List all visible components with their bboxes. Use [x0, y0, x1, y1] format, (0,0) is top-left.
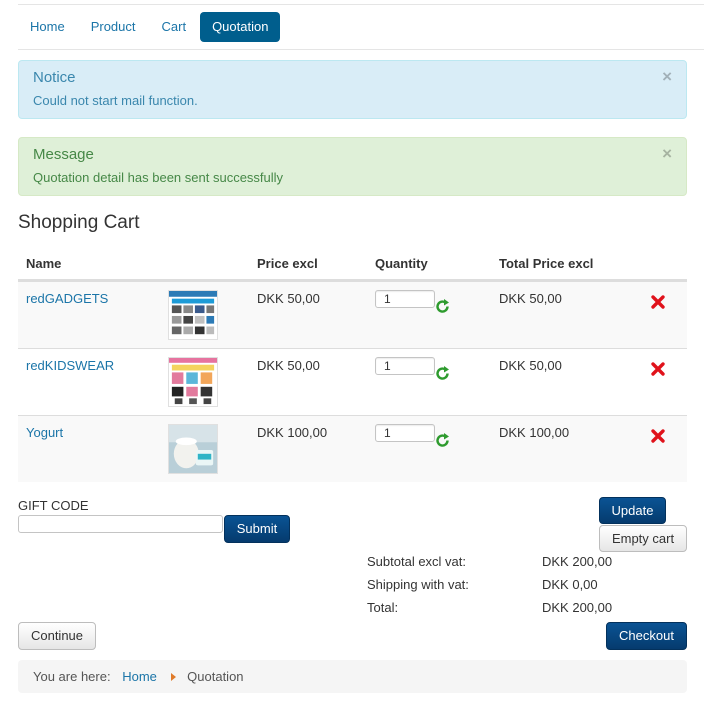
message-close-icon[interactable]: × — [662, 144, 672, 164]
delete-icon[interactable] — [650, 294, 666, 310]
product-thumbnail[interactable] — [168, 424, 218, 474]
cart-table-header: Name Price excl Quantity Total Price exc… — [18, 247, 687, 281]
table-row: redGADGETS DKK 50,00 1 DKK 50,00 — [18, 281, 687, 348]
refresh-icon[interactable] — [434, 365, 451, 382]
quantity-input[interactable]: 1 — [375, 424, 435, 442]
message-alert: Message Quotation detail has been sent s… — [18, 137, 687, 196]
gift-code-input[interactable] — [18, 515, 223, 533]
quantity-input[interactable]: 1 — [375, 290, 435, 308]
empty-cart-button[interactable]: Empty cart — [599, 525, 687, 552]
total-cell: DKK 50,00 — [499, 358, 562, 373]
product-thumbnail[interactable] — [168, 357, 218, 407]
product-link[interactable]: Yogurt — [26, 425, 63, 440]
table-row: redKIDSWEAR DKK 50,00 1 DKK 50,00 — [18, 348, 687, 415]
refresh-icon[interactable] — [434, 298, 451, 315]
notice-close-icon[interactable]: × — [662, 67, 672, 87]
column-header-name: Name — [26, 256, 62, 271]
nav-tab-cart[interactable]: Cart — [150, 12, 199, 42]
cart-table: Name Price excl Quantity Total Price exc… — [18, 247, 687, 482]
submit-button[interactable]: Submit — [224, 515, 290, 543]
gift-code-label: GIFT CODE — [18, 498, 89, 513]
notice-alert: Notice Could not start mail function. × — [18, 60, 687, 119]
total-cell: DKK 100,00 — [499, 425, 570, 440]
delete-icon[interactable] — [650, 428, 666, 444]
top-divider — [18, 4, 704, 5]
breadcrumb-prefix: You are here: — [33, 669, 111, 684]
table-row: Yogurt DKK 100,00 1 DKK 100,00 — [18, 415, 687, 482]
total-value: DKK 200,00 — [542, 600, 613, 615]
shipping-value: DKK 0,00 — [542, 577, 598, 592]
notice-title: Notice — [33, 69, 76, 86]
message-text: Quotation detail has been sent successfu… — [33, 170, 284, 185]
page-title: Shopping Cart — [18, 212, 140, 233]
column-header-total: Total Price excl — [499, 256, 594, 271]
subtotal-label: Subtotal excl vat: — [367, 554, 466, 569]
total-cell: DKK 50,00 — [499, 291, 562, 306]
refresh-icon[interactable] — [434, 432, 451, 449]
price-cell: DKK 50,00 — [257, 291, 320, 306]
update-button[interactable]: Update — [599, 497, 666, 524]
breadcrumb-home-link[interactable]: Home — [122, 669, 157, 684]
subtotal-value: DKK 200,00 — [542, 554, 613, 569]
delete-icon[interactable] — [650, 361, 666, 377]
main-nav: Home Product Cart Quotation — [18, 12, 704, 50]
price-cell: DKK 100,00 — [257, 425, 328, 440]
shipping-label: Shipping with vat: — [367, 577, 469, 592]
message-title: Message — [33, 146, 94, 163]
continue-button[interactable]: Continue — [18, 622, 96, 650]
checkout-button[interactable]: Checkout — [606, 622, 687, 650]
breadcrumb: You are here: Home Quotation — [18, 660, 687, 693]
breadcrumb-arrow-icon — [170, 673, 176, 681]
notice-text: Could not start mail function. — [33, 93, 198, 108]
price-cell: DKK 50,00 — [257, 358, 320, 373]
nav-tab-product[interactable]: Product — [79, 12, 148, 42]
column-header-quantity: Quantity — [375, 256, 428, 271]
product-link[interactable]: redGADGETS — [26, 291, 108, 306]
nav-tab-home[interactable]: Home — [18, 12, 77, 42]
column-header-price: Price excl — [257, 256, 318, 271]
quantity-input[interactable]: 1 — [375, 357, 435, 375]
product-thumbnail[interactable] — [168, 290, 218, 340]
product-link[interactable]: redKIDSWEAR — [26, 358, 114, 373]
total-label: Total: — [367, 600, 399, 615]
breadcrumb-current: Quotation — [187, 669, 244, 684]
nav-tab-quotation[interactable]: Quotation — [200, 12, 281, 42]
